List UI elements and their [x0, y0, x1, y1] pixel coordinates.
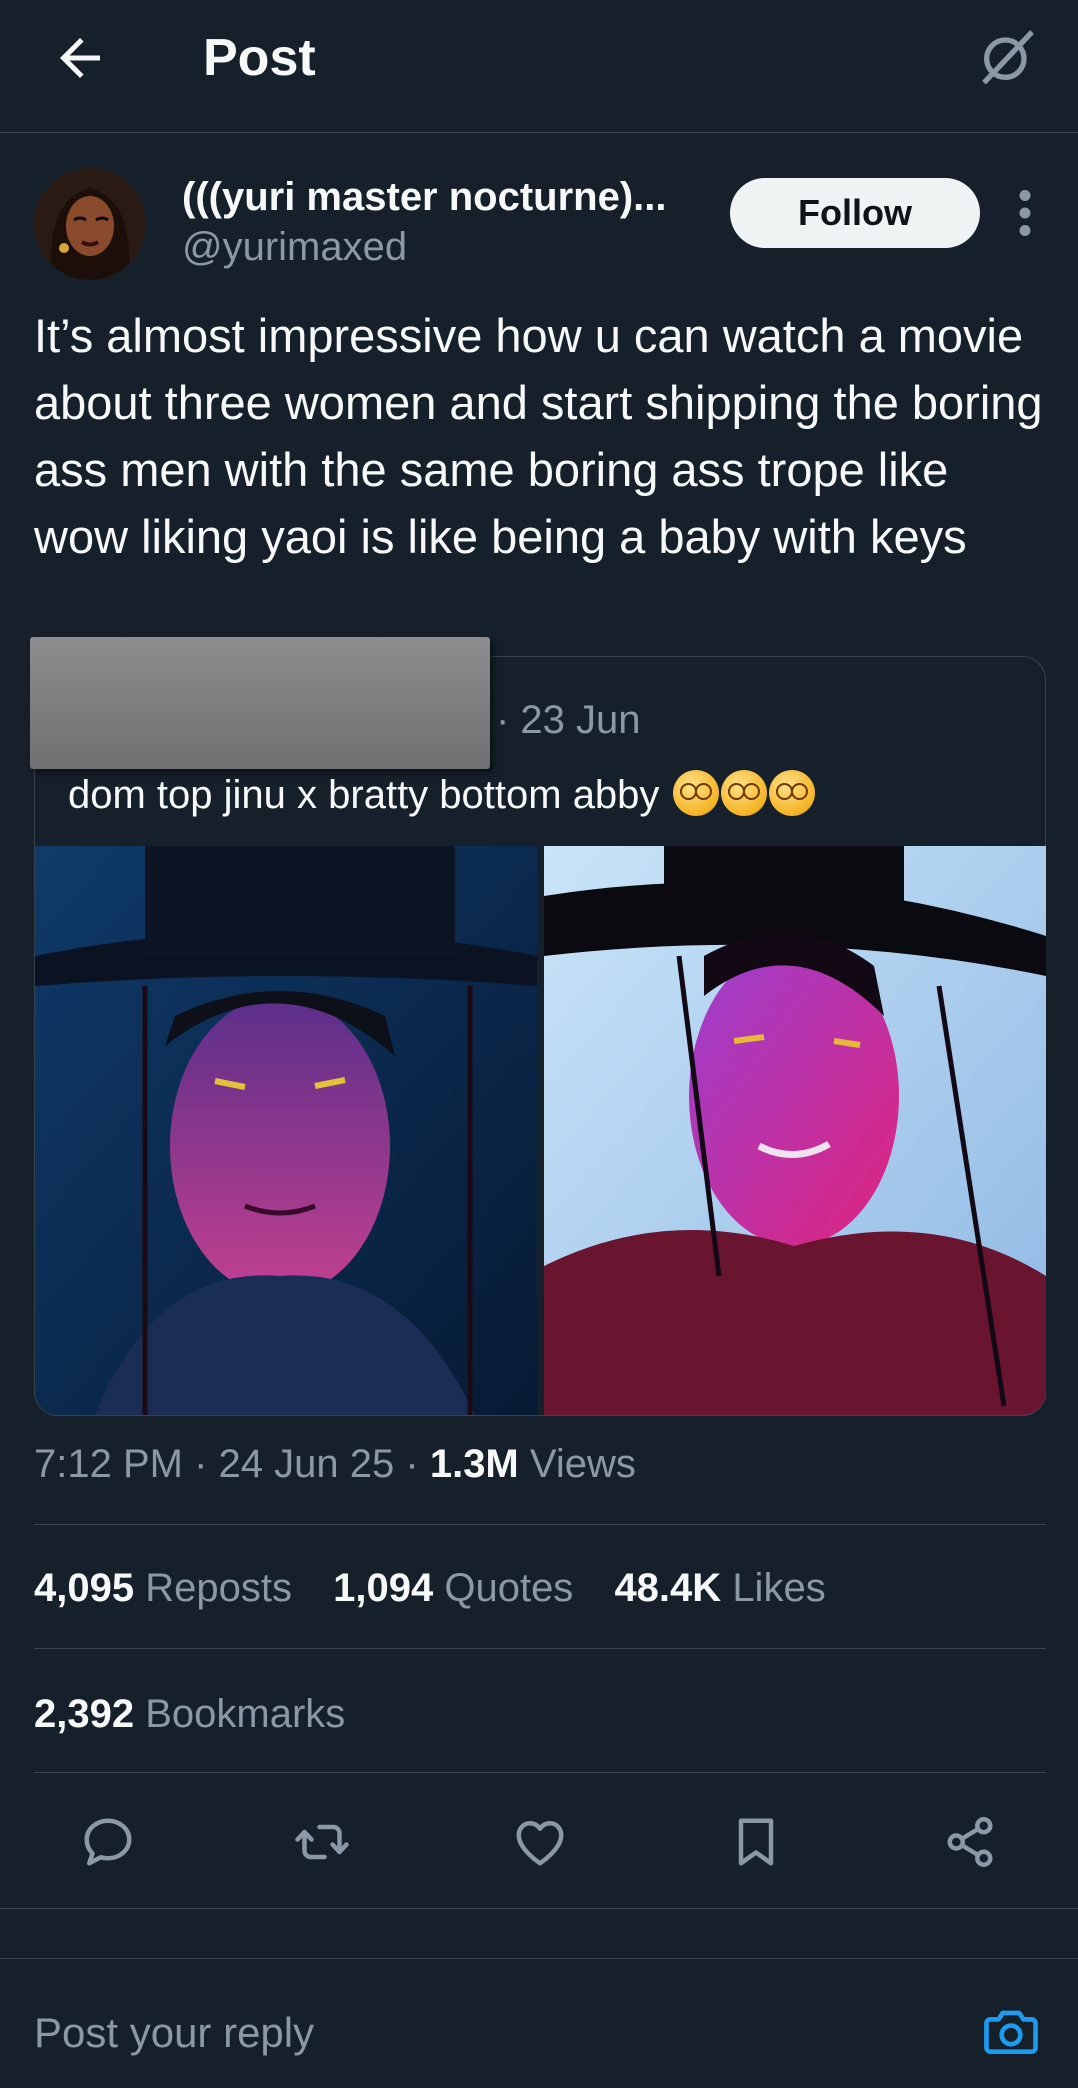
follow-button[interactable]: Follow: [730, 178, 980, 248]
reply-icon[interactable]: [78, 1812, 138, 1872]
post-date: 24 Jun 25: [218, 1442, 395, 1486]
repost-icon[interactable]: [292, 1812, 352, 1872]
likes-stat[interactable]: 48.4K Likes: [614, 1566, 825, 1610]
quote-text-body: dom top jinu x bratty bottom abby: [68, 773, 660, 817]
divider: [34, 1648, 1046, 1649]
share-icon[interactable]: [940, 1812, 1000, 1872]
author-name[interactable]: (((yuri master nocturne)...: [182, 172, 702, 222]
bookmarks-label: Bookmarks: [145, 1692, 346, 1736]
engagement-stats: 4,095 Reposts 1,094 Quotes 48.4K Likes: [34, 1562, 856, 1614]
likes-count: 48.4K: [614, 1566, 722, 1610]
quote-image-left[interactable]: [35, 846, 537, 1415]
quote-date: · 23 Jun: [496, 698, 641, 742]
camera-icon[interactable]: [980, 2000, 1042, 2062]
redacted-quote-author: [30, 637, 490, 769]
tweet-text: It’s almost impressive how u can watch a…: [34, 309, 1043, 563]
bookmarks-count: 2,392: [34, 1692, 135, 1736]
views-count: 1.3M: [429, 1442, 519, 1486]
reposts-count: 4,095: [34, 1566, 135, 1610]
views-label: Views: [529, 1442, 636, 1486]
bookmarks-stat[interactable]: 2,392 Bookmarks: [34, 1688, 345, 1740]
meta-separator: ·: [194, 1442, 208, 1486]
dizzy-face-emoji-icon: [672, 770, 719, 816]
quote-image-right[interactable]: [544, 846, 1046, 1415]
meta-separator: ·: [405, 1442, 419, 1486]
page-title: Post: [203, 29, 316, 87]
post-time: 7:12 PM: [34, 1442, 183, 1486]
grok-icon[interactable]: [976, 24, 1040, 88]
likes-label: Likes: [732, 1566, 826, 1610]
section-separator: [0, 1908, 1078, 1958]
quotes-stat[interactable]: 1,094 Quotes: [333, 1566, 573, 1610]
divider: [34, 1772, 1046, 1773]
like-icon[interactable]: [510, 1812, 570, 1872]
avatar[interactable]: [34, 168, 146, 280]
divider: [34, 1524, 1046, 1525]
quote-text: dom top jinu x bratty bottom abby: [68, 770, 815, 820]
post-meta: 7:12 PM · 24 Jun 25 · 1.3M Views: [34, 1438, 636, 1490]
author-handle[interactable]: @yurimaxed: [182, 222, 407, 272]
top-bar: [0, 0, 1078, 133]
dizzy-face-emoji-icon: [720, 770, 767, 816]
reply-input[interactable]: Post your reply: [34, 2007, 314, 2059]
dizzy-face-emoji-icon: [768, 770, 815, 816]
reposts-label: Reposts: [145, 1566, 292, 1610]
reposts-stat[interactable]: 4,095 Reposts: [34, 1566, 292, 1610]
quotes-label: Quotes: [444, 1566, 574, 1610]
more-options-icon[interactable]: [1010, 188, 1040, 238]
quotes-count: 1,094: [333, 1566, 434, 1610]
arrow-left-icon[interactable]: [50, 28, 110, 88]
bookmark-icon[interactable]: [726, 1812, 786, 1872]
